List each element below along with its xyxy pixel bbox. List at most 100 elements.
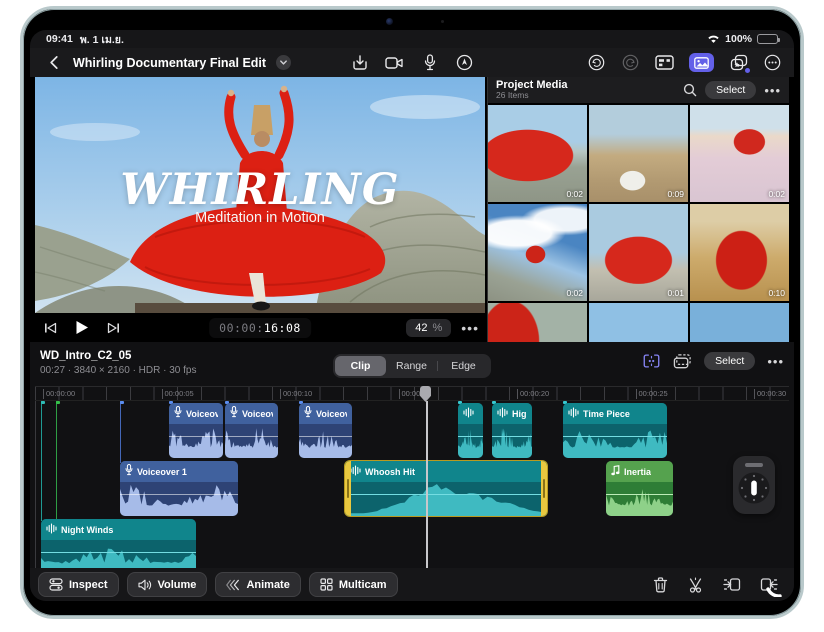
blade-split-button[interactable] xyxy=(687,576,704,593)
multicam-button[interactable]: Multicam xyxy=(308,572,398,597)
delete-clip-button[interactable] xyxy=(653,576,668,593)
timeline-clip-time-piece[interactable]: Time Piece xyxy=(563,403,667,458)
segment-edge[interactable]: Edge xyxy=(438,356,489,376)
timeline-clip-voiceover-2[interactable]: Voiceover 2 xyxy=(225,403,278,458)
timeline-clip-voiceover-1[interactable]: Voiceover 1 xyxy=(120,461,238,516)
ruler-label: 00:00:05 xyxy=(161,389,194,399)
jog-wheel-handle[interactable] xyxy=(745,463,763,467)
inspect-button[interactable]: Inspect xyxy=(38,572,119,597)
ruler-label: 00:00:20 xyxy=(517,389,549,399)
skip-forward-button[interactable] xyxy=(107,322,120,334)
volume-line[interactable] xyxy=(492,435,532,437)
volume-button[interactable]: Volume xyxy=(126,572,208,597)
clip-header: Whoosh Hit xyxy=(345,461,547,482)
timeline-clip-voiceover-2[interactable]: Voiceover 2 xyxy=(169,403,223,458)
media-select-button[interactable]: Select xyxy=(705,81,757,99)
video-viewer[interactable]: WHIRLING Meditation in Motion xyxy=(35,77,485,313)
jog-wheel-dial[interactable] xyxy=(737,471,771,505)
media-thumbnail-4[interactable]: 0:02 xyxy=(488,204,587,301)
clock: 09:41 xyxy=(46,33,73,45)
tool-button-label: Volume xyxy=(157,578,197,591)
volume-line[interactable] xyxy=(606,493,673,495)
clip-waveform xyxy=(225,424,278,458)
tool-button-label: Multicam xyxy=(338,578,387,591)
inspector-button[interactable] xyxy=(655,54,674,71)
media-thumbnail-8[interactable] xyxy=(589,303,688,342)
volume-line[interactable] xyxy=(120,493,238,495)
more-button[interactable] xyxy=(763,54,782,71)
timeline-more-button[interactable]: ••• xyxy=(767,354,784,369)
media-thumbnail-7[interactable] xyxy=(488,303,587,342)
clip-waveform xyxy=(299,424,352,458)
snapping-toggle-icon[interactable] xyxy=(642,353,661,370)
media-duration: 0:02 xyxy=(566,288,583,298)
wave-icon xyxy=(46,521,57,539)
skip-back-button[interactable] xyxy=(44,322,57,334)
project-menu-chevron-icon[interactable] xyxy=(276,55,292,70)
viewer-zoom-control[interactable]: 42% xyxy=(406,318,452,337)
volume-line[interactable] xyxy=(169,435,223,437)
clip-header: … xyxy=(458,403,483,424)
wave-icon xyxy=(463,405,474,423)
date: พ. 1 เม.ย. xyxy=(79,33,124,46)
segment-clip[interactable]: Clip xyxy=(335,356,386,376)
import-button[interactable] xyxy=(350,54,369,71)
trim-handle-left[interactable] xyxy=(345,461,351,516)
timeline-clip-meta: 00:27 · 3840 × 2160 · HDR · 30 fps xyxy=(40,365,197,376)
viewer-title-text: WHIRLING xyxy=(120,165,400,215)
volume-line[interactable] xyxy=(299,435,352,437)
media-thumbnail-2[interactable]: 0:09 xyxy=(589,105,688,202)
timeline-clip-high[interactable]: High… xyxy=(492,403,532,458)
timeline-clip-inertia[interactable]: Inertia xyxy=(606,461,673,516)
ipad-device: 09:41 พ. 1 เม.ย. 100% Whirling Documenta… xyxy=(20,6,804,619)
media-thumbnail-9[interactable] xyxy=(690,303,789,342)
overlay-clips-icon[interactable] xyxy=(673,353,692,370)
volume-line[interactable] xyxy=(345,493,547,495)
viewer-more-button[interactable]: ••• xyxy=(461,320,479,336)
search-icon[interactable] xyxy=(683,83,697,97)
project-media-panel: Project Media 26 Items Select ••• 0:02 0:… xyxy=(487,77,789,342)
front-camera xyxy=(386,18,393,25)
media-duration: 0:02 xyxy=(768,189,785,199)
undo-button[interactable] xyxy=(587,54,606,71)
back-button[interactable] xyxy=(44,54,63,71)
playhead-line[interactable] xyxy=(426,401,428,568)
media-thumbnail-5[interactable]: 0:01 xyxy=(589,204,688,301)
mic-icon xyxy=(230,405,238,423)
media-thumbnail-3[interactable]: 0:02 xyxy=(690,105,789,202)
clip-header: Time Piece xyxy=(563,403,667,424)
timeline-clip-clip[interactable]: … xyxy=(458,403,483,458)
play-button[interactable] xyxy=(75,320,89,335)
timeline-select-button[interactable]: Select xyxy=(704,352,756,370)
media-thumbnail-6[interactable]: 0:10 xyxy=(690,204,789,301)
volume-line[interactable] xyxy=(458,435,483,437)
effects-button[interactable] xyxy=(729,54,750,73)
media-more-button[interactable]: ••• xyxy=(764,83,781,98)
record-voiceover-button[interactable] xyxy=(420,54,439,71)
overwrite-clip-button[interactable] xyxy=(760,577,778,592)
record-video-button[interactable] xyxy=(385,54,404,71)
trim-handle-right[interactable] xyxy=(541,461,547,516)
media-browser-button[interactable] xyxy=(689,53,714,72)
playhead-handle[interactable] xyxy=(420,386,431,402)
timeline-clip-voiceover-3[interactable]: Voiceover 3 xyxy=(299,403,352,458)
volume-line[interactable] xyxy=(225,435,278,437)
redo-button[interactable] xyxy=(621,54,640,71)
timeline-panel: WD_Intro_C2_05 00:27 · 3840 × 2160 · HDR… xyxy=(30,342,794,601)
timecode-display[interactable]: 00:00:16:08 xyxy=(209,317,311,338)
media-thumbnail-1[interactable]: 0:02 xyxy=(488,105,587,202)
volume-line[interactable] xyxy=(41,551,196,553)
timeline-tracks[interactable]: Voiceover 2 Voiceover 2 Voiceover 3 … High… T… xyxy=(35,401,789,568)
volume-line[interactable] xyxy=(563,435,667,437)
jog-wheel[interactable] xyxy=(733,456,775,514)
timeline-clip-whoosh-hit[interactable]: Whoosh Hit xyxy=(345,461,547,516)
pencil-tool-button[interactable] xyxy=(455,54,474,71)
edit-mode-segmented-control: Clip Range Edge xyxy=(333,354,491,378)
insert-clip-button[interactable] xyxy=(723,577,741,592)
animate-button[interactable]: Animate xyxy=(215,572,301,597)
segment-range[interactable]: Range xyxy=(386,356,437,376)
timeline-clip-night-winds[interactable]: Night Winds xyxy=(41,519,196,568)
clip-header: Voiceover 2 xyxy=(225,403,278,424)
project-title[interactable]: Whirling Documentary Final Edit xyxy=(73,56,266,70)
timeline-ruler[interactable]: 00:00:00 00:00:05 00:00:10 00:00:15 00:00:20… xyxy=(35,386,789,402)
